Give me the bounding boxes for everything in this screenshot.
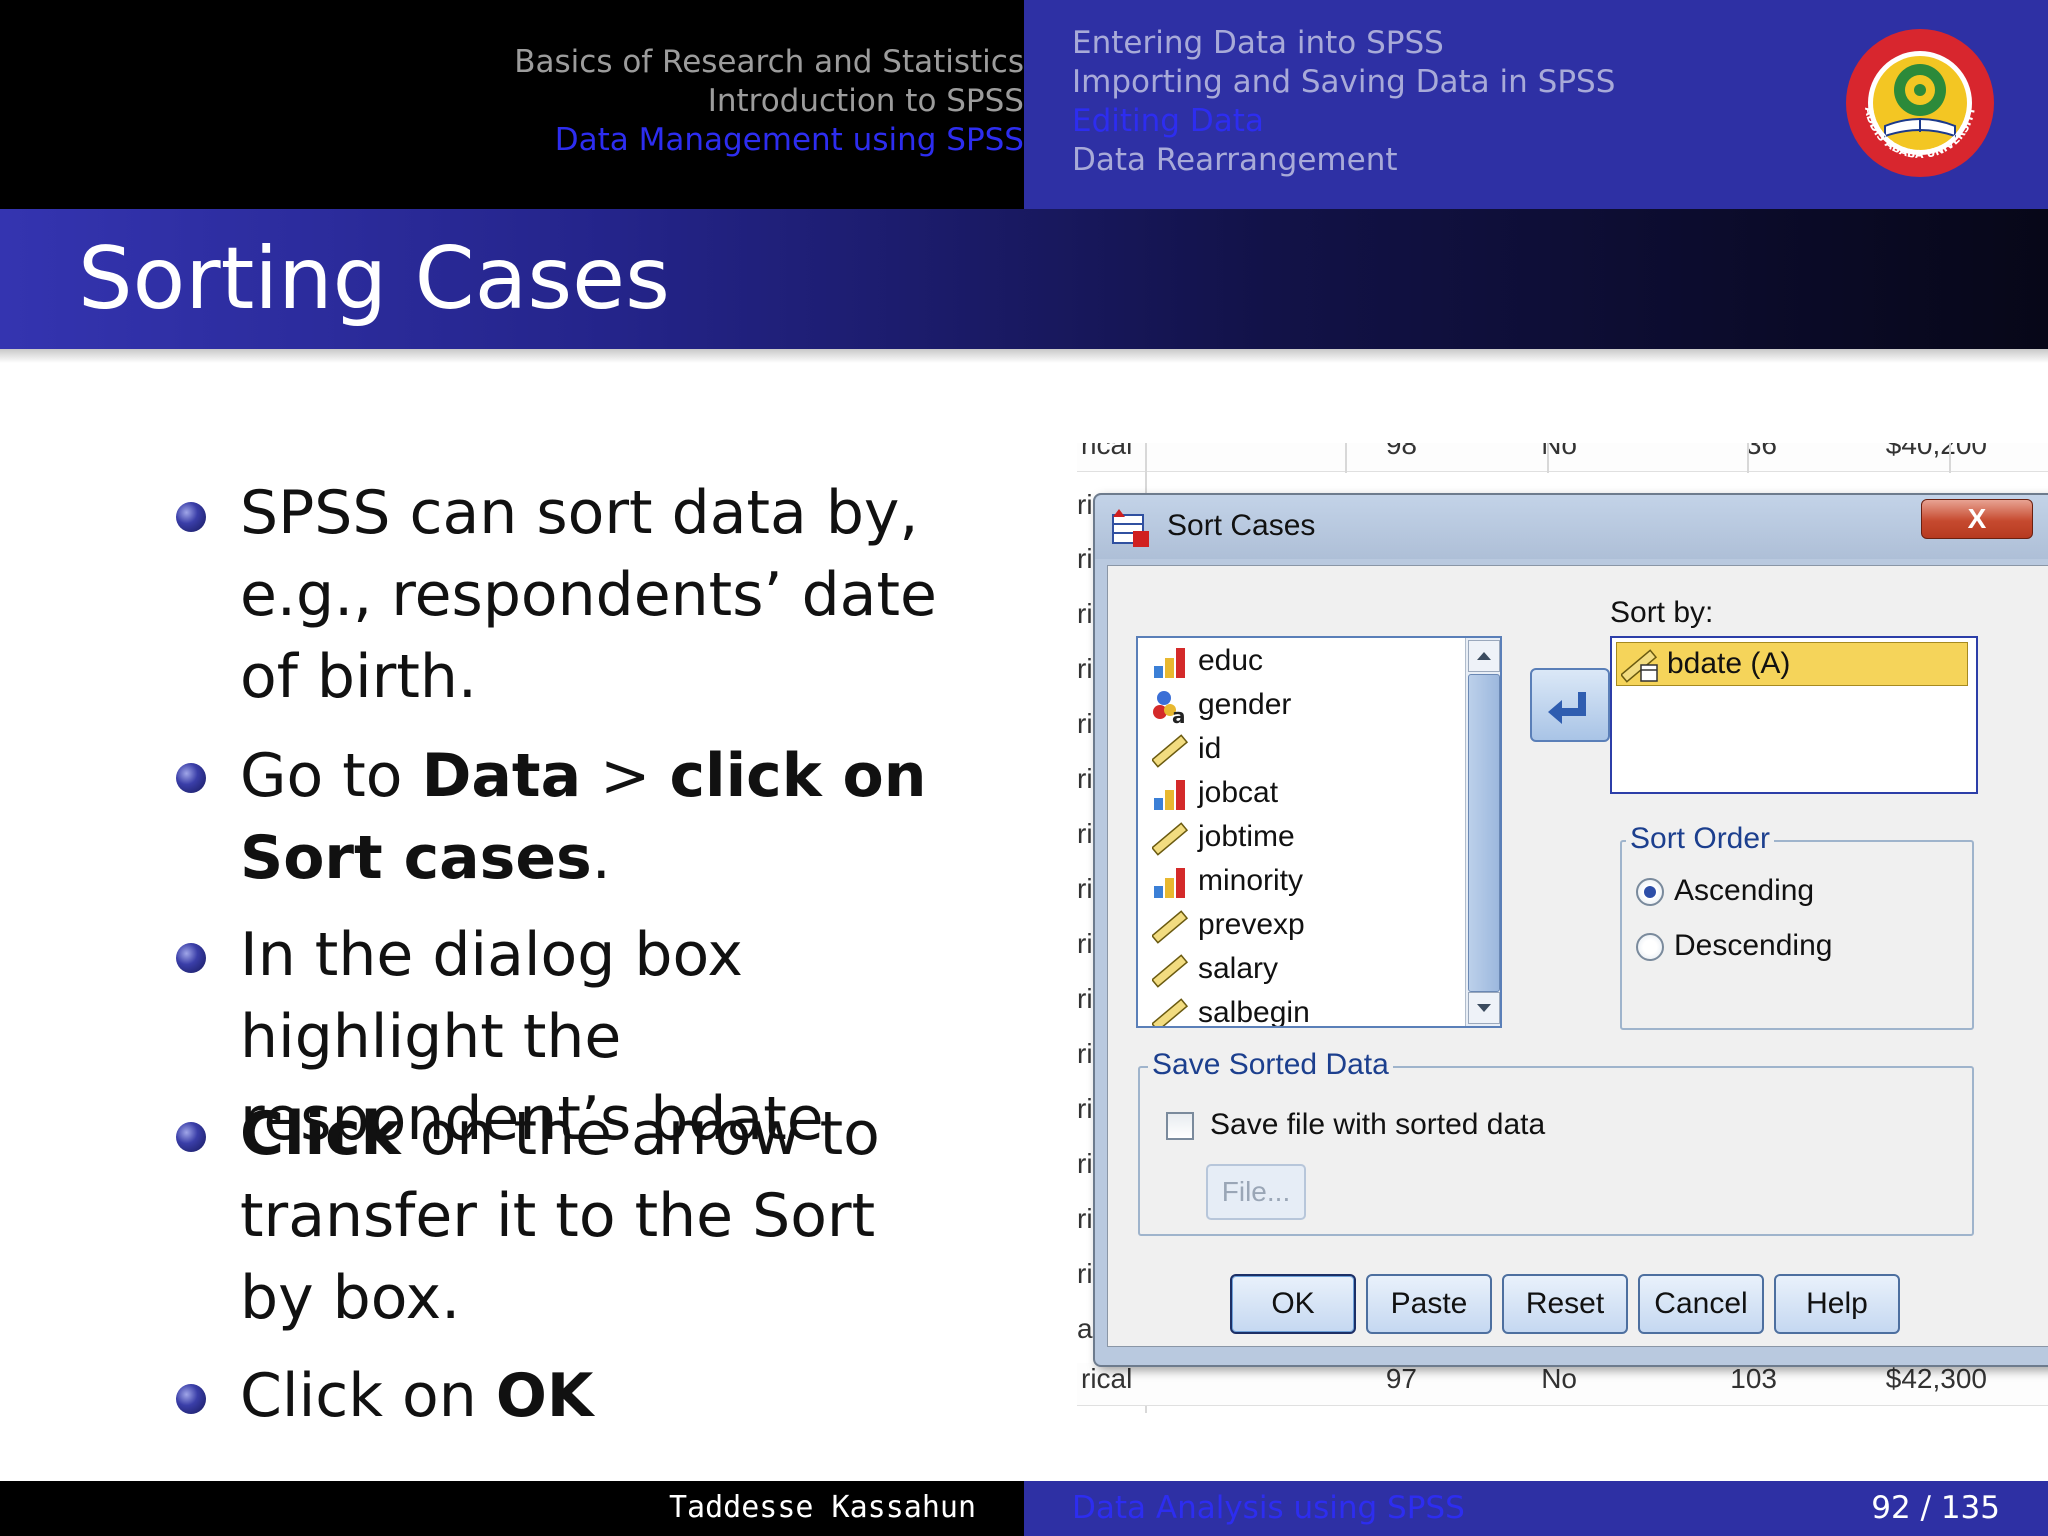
save-file-label[interactable]: Save file with sorted data <box>1210 1108 1545 1142</box>
footer-right: Data Analysis using SPSS 92 / 135 <box>1024 1481 2048 1536</box>
footer-page-number: 92 / 135 <box>1871 1490 2000 1526</box>
chevron-down-icon <box>1477 1004 1491 1012</box>
scale-icon <box>1152 822 1188 856</box>
bullet-marker <box>176 1384 206 1414</box>
nominal-string-icon: a <box>1153 691 1186 724</box>
svg-text:a: a <box>1172 704 1186 724</box>
footer-talk-title[interactable]: Data Analysis using SPSS <box>1072 1490 1465 1526</box>
variable-list[interactable]: educ a gender id jobcat jobtime minority… <box>1136 636 1502 1028</box>
descending-radio[interactable] <box>1636 933 1664 961</box>
ordinal-icon <box>1154 780 1185 810</box>
scale-icon <box>1152 734 1188 768</box>
close-button[interactable]: X <box>1921 499 2033 539</box>
transfer-arrow-button[interactable] <box>1530 668 1610 742</box>
footer-left: Taddesse Kassahun <box>0 1481 1024 1536</box>
cell: 97 <box>1385 1363 1417 1394</box>
date-scale-icon <box>1621 649 1658 683</box>
nav-section-data-management[interactable]: Data Management using SPSS <box>24 120 1024 160</box>
sort-by-list[interactable]: bdate (A) <box>1610 636 1978 794</box>
nav-subsection-editing-data[interactable]: Editing Data <box>1072 101 1264 141</box>
title-shadow <box>0 349 2048 363</box>
ascending-radio[interactable] <box>1636 878 1664 906</box>
spss-screenshot: rical 98 No 36 $40,200 ri ri ri ri ri ri… <box>1077 443 2048 1413</box>
variable-list-scrollbar[interactable] <box>1465 638 1500 1026</box>
cell: No <box>1541 1363 1577 1394</box>
sort-by-item-bdate[interactable]: bdate (A) <box>1616 642 1968 686</box>
addis-ababa-university-logo: ADDIS ABABA UNIVERSITY <box>1846 29 1994 177</box>
nav-subsection-importing-saving[interactable]: Importing and Saving Data in SPSS <box>1072 62 1615 102</box>
bullet-4: Click on the arrow to transfer it to the… <box>240 1099 880 1333</box>
scroll-thumb[interactable] <box>1468 674 1500 992</box>
header-sections-panel: Basics of Research and Statistics Introd… <box>0 0 1024 209</box>
cell: rical <box>1081 1363 1133 1394</box>
nav-section-intro-spss[interactable]: Introduction to SPSS <box>24 81 1024 121</box>
ordinal-icon <box>1154 868 1185 898</box>
ordinal-icon <box>1154 648 1185 678</box>
dialog-title: Sort Cases <box>1167 509 1316 542</box>
bullet-marker <box>176 763 206 793</box>
bullet-marker <box>176 1122 206 1152</box>
ok-button[interactable]: OK <box>1230 1274 1356 1334</box>
nav-section-basics[interactable]: Basics of Research and Statistics <box>24 42 1024 82</box>
scroll-down-button[interactable] <box>1468 992 1500 1024</box>
cell: $42,300 <box>1885 1363 1987 1394</box>
nav-subsection-entering-data[interactable]: Entering Data into SPSS <box>1072 23 1444 63</box>
bullet-5: Click on OK <box>240 1361 594 1431</box>
slide-title: Sorting Cases <box>78 229 670 329</box>
descending-label[interactable]: Descending <box>1674 929 1832 963</box>
file-button[interactable]: File... <box>1206 1164 1306 1220</box>
ascending-label[interactable]: Ascending <box>1674 874 1814 908</box>
scroll-up-button[interactable] <box>1468 640 1500 672</box>
paste-button[interactable]: Paste <box>1366 1274 1492 1334</box>
nav-subsection-data-rearrangement[interactable]: Data Rearrangement <box>1072 140 1398 180</box>
data-row-bottom: rical 97 No 103 $42,300 <box>1077 1363 2048 1406</box>
cell: 98 <box>1385 443 1417 460</box>
cell: 103 <box>1730 1363 1777 1394</box>
cell: $40,200 <box>1885 443 1987 460</box>
chevron-up-icon <box>1477 652 1491 660</box>
bullet-marker <box>176 502 206 532</box>
sort-order-label: Sort Order <box>1626 822 1775 856</box>
dialog-titlebar[interactable]: Sort Cases X <box>1095 495 2048 559</box>
reset-button[interactable]: Reset <box>1502 1274 1628 1334</box>
cell: 36 <box>1745 443 1777 460</box>
scale-icon <box>1152 910 1188 944</box>
scale-icon <box>1152 954 1188 988</box>
help-button[interactable]: Help <box>1774 1274 1900 1334</box>
bullet-2: Go to Data > click on Sort cases. <box>240 741 927 893</box>
bullet-1: SPSS can sort data by, e.g., respondents… <box>240 478 937 712</box>
sort-cases-icon <box>1112 509 1149 547</box>
arrow-transfer-icon <box>1548 692 1586 724</box>
cancel-button[interactable]: Cancel <box>1638 1274 1764 1334</box>
sort-by-label: Sort by: <box>1610 596 1714 629</box>
save-sorted-data-label: Save Sorted Data <box>1148 1048 1393 1082</box>
footer-author: Taddesse Kassahun <box>668 1490 976 1525</box>
dialog-body: educ a gender id jobcat jobtime minority… <box>1107 565 2048 1347</box>
cell: rical <box>1081 443 1133 460</box>
bullet-marker <box>176 943 206 973</box>
cell: No <box>1541 443 1577 460</box>
save-sorted-data-group: Save file with sorted data File... <box>1138 1066 1974 1236</box>
save-file-checkbox[interactable] <box>1166 1112 1194 1140</box>
sort-cases-dialog: Sort Cases X educ a gender id jobcat job… <box>1093 493 2048 1367</box>
data-row-top: rical 98 No 36 $40,200 <box>1077 443 2048 472</box>
scale-icon <box>1152 998 1188 1026</box>
